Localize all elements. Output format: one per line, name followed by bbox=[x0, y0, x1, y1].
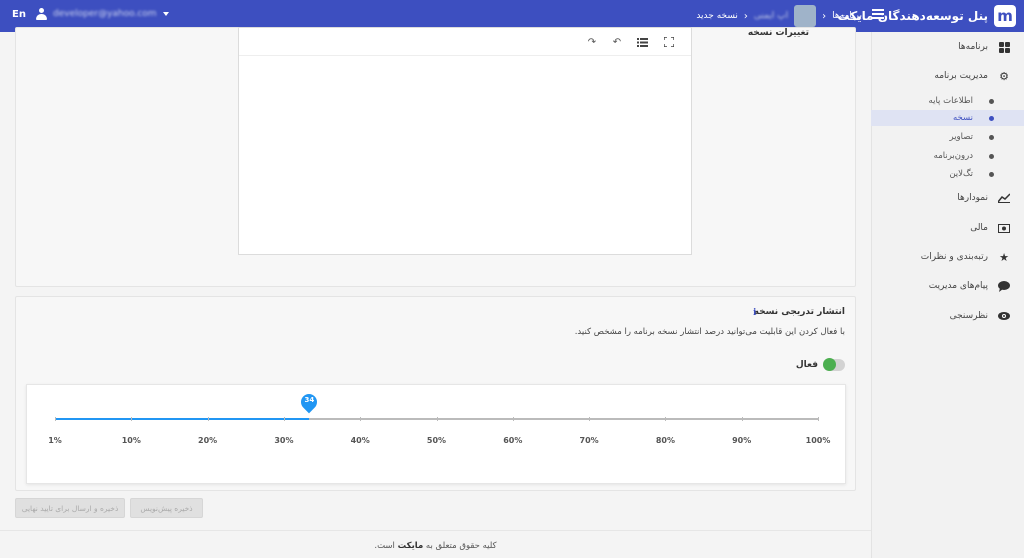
sidebar-subitem-in-app[interactable]: درون‌برنامه bbox=[871, 148, 1024, 164]
slider-tick-label: 1% bbox=[48, 436, 62, 445]
sidebar-item-charts[interactable]: نمودارها bbox=[871, 188, 1024, 208]
slider-tick bbox=[512, 417, 514, 421]
sidebar-subitem-version[interactable]: نسخه bbox=[871, 110, 1024, 126]
save-draft-button[interactable]: ذخیره پیش‌نویس bbox=[130, 498, 203, 518]
slider-tick bbox=[589, 417, 591, 421]
sidebar-subitem-basic-info[interactable]: اطلاعات پایه bbox=[871, 93, 1024, 109]
sidebar-item-apps[interactable]: برنامه‌ها bbox=[871, 37, 1024, 57]
language-switch[interactable]: En bbox=[12, 9, 26, 20]
slider-tick-label: 70% bbox=[579, 436, 599, 445]
editor-toolbar: ↶ ↷ bbox=[239, 28, 691, 56]
slider-value-label: 34 bbox=[304, 396, 315, 404]
gear-icon: ⚙ bbox=[999, 69, 1009, 83]
sidebar-item-admin-messages[interactable]: پیام‌های مدیریت bbox=[871, 276, 1024, 296]
footer-brand: مایکت bbox=[397, 541, 424, 551]
gradual-release-panel: انتشار تدریجی نسخه i با فعال کردن این قا… bbox=[15, 296, 856, 491]
slider-tick-label: 30% bbox=[274, 436, 294, 445]
menu-toggle-icon[interactable] bbox=[872, 9, 884, 19]
slider-tick-label: 80% bbox=[655, 436, 675, 445]
slider-tick bbox=[436, 417, 438, 421]
slider-tick-label: 100% bbox=[805, 436, 831, 445]
sidebar-item-survey[interactable]: نظرسنجی bbox=[871, 306, 1024, 326]
sidebar: برنامه‌ها ⚙ مدیریت برنامه اطلاعات پایه ن… bbox=[871, 32, 1024, 558]
slider-tick bbox=[283, 417, 285, 421]
toggle-knob bbox=[823, 358, 836, 371]
redo-icon[interactable]: ↷ bbox=[586, 37, 598, 48]
footer: کلیه حقوق متعلق به مایکت است. bbox=[0, 541, 871, 551]
fullscreen-icon[interactable] bbox=[663, 37, 675, 47]
caret-down-icon bbox=[162, 12, 169, 16]
sidebar-item-financial[interactable]: مالی bbox=[871, 218, 1024, 238]
slider-tick bbox=[360, 417, 362, 421]
bullet-icon bbox=[989, 134, 994, 140]
sidebar-subitem-images[interactable]: تصاویر bbox=[871, 129, 1024, 145]
breadcrumb-app-name[interactable]: اپ ایمنی bbox=[754, 11, 788, 21]
myket-logo-icon: m bbox=[994, 5, 1016, 27]
money-icon bbox=[998, 222, 1010, 234]
save-and-submit-button[interactable]: ذخیره و ارسال برای تایید نهایی bbox=[15, 498, 125, 518]
sidebar-item-app-management[interactable]: ⚙ مدیریت برنامه bbox=[871, 66, 1024, 86]
chat-icon bbox=[998, 280, 1010, 292]
bullet-icon bbox=[989, 115, 994, 121]
slider-tick-label: 60% bbox=[503, 436, 523, 445]
slider-track-fill bbox=[55, 418, 310, 420]
gradual-release-description: با فعال کردن این قابلیت می‌توانید درصد ا… bbox=[574, 327, 845, 337]
slider-tick-label: 90% bbox=[732, 436, 752, 445]
user-icon bbox=[36, 8, 47, 20]
slider-tick-label: 20% bbox=[198, 436, 218, 445]
release-percentage-slider: 1% 10% 20% 30% 40% 50% 60% 70% 80% 90% 100% 34 bbox=[26, 384, 846, 484]
breadcrumb-apps[interactable]: برنامه‌ها bbox=[832, 11, 862, 21]
bullet-icon bbox=[989, 98, 994, 104]
footer-text-after: است. bbox=[374, 541, 395, 551]
star-icon: ★ bbox=[999, 250, 1009, 264]
info-icon[interactable]: i bbox=[753, 308, 763, 319]
brand[interactable]: m پنل توسعه‌دهندگان مایکت bbox=[837, 0, 1016, 32]
gradual-release-toggle[interactable] bbox=[823, 358, 845, 371]
slider-tick-label: 10% bbox=[121, 436, 141, 445]
chevron-left-icon: ‹ bbox=[822, 10, 827, 22]
breadcrumb-current: نسخه جدید bbox=[696, 11, 738, 21]
gradual-release-title: انتشار تدریجی نسخه bbox=[753, 307, 845, 317]
slider-tick bbox=[207, 417, 209, 421]
user-menu[interactable]: developer@yahoo.com bbox=[36, 8, 169, 20]
slider-tick bbox=[818, 417, 819, 421]
sidebar-subitem-tagline[interactable]: تگ‌لاین bbox=[871, 166, 1024, 182]
eye-icon bbox=[998, 310, 1010, 322]
version-notes-editor[interactable]: ↶ ↷ bbox=[238, 27, 692, 255]
app-icon bbox=[794, 5, 817, 27]
bullet-icon bbox=[989, 153, 994, 159]
footer-divider bbox=[0, 530, 871, 531]
chevron-left-icon: ‹ bbox=[743, 10, 748, 22]
slider-tick bbox=[665, 417, 667, 421]
bullet-list-icon[interactable] bbox=[636, 37, 648, 47]
undo-icon[interactable]: ↶ bbox=[611, 37, 623, 48]
footer-text-before: کلیه حقوق متعلق به bbox=[425, 541, 497, 551]
user-email: developer@yahoo.com bbox=[53, 9, 157, 19]
bullet-icon bbox=[989, 171, 994, 177]
version-notes-title: تغییرات نسخه bbox=[747, 28, 809, 38]
slider-tick-label: 50% bbox=[426, 436, 447, 445]
chart-icon bbox=[998, 192, 1010, 204]
slider-tick bbox=[131, 417, 133, 421]
sidebar-item-ratings[interactable]: ★ رتبه‌بندی و نظرات bbox=[871, 247, 1024, 267]
grid-icon bbox=[998, 41, 1010, 53]
toggle-label: فعال bbox=[795, 360, 818, 370]
slider-tick-label: 40% bbox=[350, 436, 370, 445]
slider-tick bbox=[55, 417, 56, 421]
slider-tick bbox=[741, 417, 743, 421]
